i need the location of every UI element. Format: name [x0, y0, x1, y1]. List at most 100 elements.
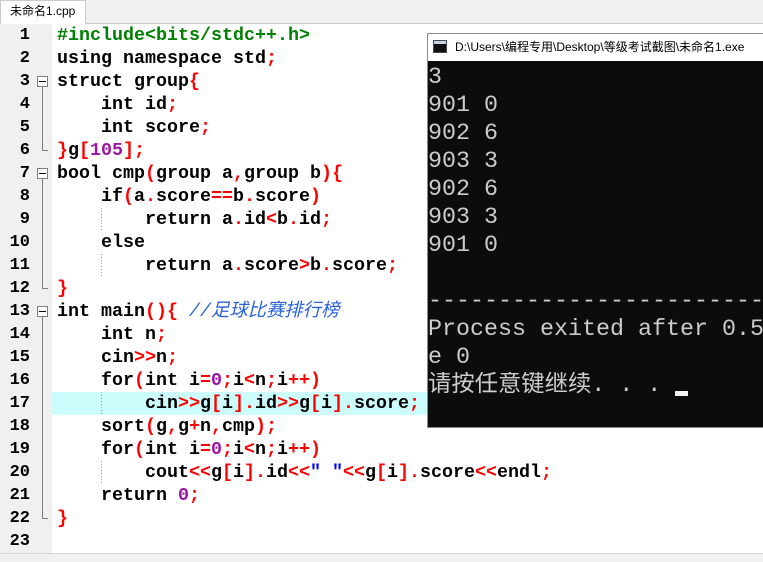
- console-title-bar[interactable]: D:\Users\编程专用\Desktop\等级考试截图\未命名1.exe: [428, 34, 763, 61]
- fold-guide-line: [31, 254, 52, 277]
- line-number[interactable]: 15: [0, 346, 31, 369]
- tab-file[interactable]: 未命名1.cpp: [0, 0, 86, 24]
- code-token: b: [310, 255, 321, 276]
- code-token: group: [134, 71, 189, 92]
- code-token: #include<bits/stdc++.h>: [57, 25, 310, 46]
- line-number[interactable]: 14: [0, 323, 31, 346]
- line-number[interactable]: 10: [0, 231, 31, 254]
- code-token: group: [156, 163, 211, 184]
- text-cursor: [675, 391, 689, 396]
- line-number[interactable]: 6: [0, 139, 31, 162]
- line-number[interactable]: 16: [0, 369, 31, 392]
- code-line[interactable]: 23: [0, 530, 763, 553]
- code-token: =: [200, 370, 211, 391]
- line-number[interactable]: 20: [0, 461, 31, 484]
- code-line[interactable]: 22}: [0, 507, 763, 530]
- fold-guide-line: [31, 507, 52, 530]
- code-token: i: [189, 439, 200, 460]
- code-token: sort: [101, 416, 145, 437]
- code-token: n: [156, 347, 167, 368]
- line-number[interactable]: 19: [0, 438, 31, 461]
- code-token: ]: [244, 462, 255, 483]
- code-token: ): [310, 439, 321, 460]
- line-number[interactable]: 5: [0, 116, 31, 139]
- line-number[interactable]: 12: [0, 277, 31, 300]
- line-number[interactable]: 22: [0, 507, 31, 530]
- code-token: (: [145, 416, 156, 437]
- code-token: .: [244, 186, 255, 207]
- code-token: [: [222, 462, 233, 483]
- console-title: D:\Users\编程专用\Desktop\等级考试截图\未命名1.exe: [455, 40, 745, 54]
- code-token: ;: [134, 140, 145, 161]
- code-line[interactable]: 21 return 0;: [0, 484, 763, 507]
- code-token: cout: [145, 462, 189, 483]
- code-text: for(int i=0;i<n;i++): [52, 438, 763, 461]
- code-token: }: [57, 508, 68, 529]
- code-token: return: [145, 209, 211, 230]
- code-token: i: [387, 462, 398, 483]
- console-window[interactable]: D:\Users\编程专用\Desktop\等级考试截图\未命名1.exe 3 …: [427, 33, 763, 428]
- code-token: ]: [332, 393, 343, 414]
- line-number[interactable]: 13: [0, 300, 31, 323]
- code-token: [: [211, 393, 222, 414]
- code-token: g: [68, 140, 79, 161]
- code-line[interactable]: 19 for(int i=0;i<n;i++): [0, 438, 763, 461]
- code-token: [: [79, 140, 90, 161]
- code-token: (: [123, 186, 134, 207]
- horizontal-scrollbar[interactable]: [0, 553, 763, 562]
- code-token: if: [101, 186, 123, 207]
- code-token: for: [101, 439, 134, 460]
- line-number[interactable]: 17: [0, 392, 31, 415]
- code-token: int: [57, 301, 90, 322]
- line-number[interactable]: 11: [0, 254, 31, 277]
- fold-guide-line: [31, 461, 52, 484]
- code-token: 0: [178, 485, 189, 506]
- fold-collapse-icon[interactable]: [31, 162, 52, 185]
- line-number[interactable]: 3: [0, 70, 31, 93]
- code-token: id: [255, 393, 277, 414]
- code-token: ;: [156, 324, 167, 345]
- fold-collapse-icon[interactable]: [31, 300, 52, 323]
- code-token: a: [222, 209, 233, 230]
- line-number[interactable]: 7: [0, 162, 31, 185]
- code-token: (: [134, 370, 145, 391]
- console-output[interactable]: 3 901 0 902 6 903 3 902 6 903 3 901 0 --…: [428, 61, 763, 400]
- fold-collapse-icon[interactable]: [31, 70, 52, 93]
- code-token: +: [299, 439, 310, 460]
- code-token: }: [57, 140, 68, 161]
- line-number[interactable]: 9: [0, 208, 31, 231]
- code-token: i: [189, 370, 200, 391]
- fold-guide-line: [31, 323, 52, 346]
- code-token: <: [200, 462, 211, 483]
- line-number[interactable]: 18: [0, 415, 31, 438]
- console-line: 902 6: [428, 177, 498, 203]
- code-token: int: [101, 324, 134, 345]
- code-token: +: [299, 370, 310, 391]
- line-number[interactable]: 21: [0, 484, 31, 507]
- code-token: std: [233, 48, 266, 69]
- code-token: <: [475, 462, 486, 483]
- fold-guide-line: [31, 438, 52, 461]
- code-token: ;: [222, 439, 233, 460]
- fold-guide-line: [31, 415, 52, 438]
- code-token: main: [101, 301, 145, 322]
- code-token: ;: [167, 94, 178, 115]
- code-token: ): [310, 370, 321, 391]
- fold-guide-line: [31, 231, 52, 254]
- code-token: id: [266, 462, 288, 483]
- line-number[interactable]: 23: [0, 530, 31, 553]
- code-line[interactable]: 20 cout<<g[i].id<<" "<<g[i].score<<endl;: [0, 461, 763, 484]
- fold-guide-line: [31, 346, 52, 369]
- code-token: b: [233, 186, 244, 207]
- code-token: score: [156, 186, 211, 207]
- line-number[interactable]: 2: [0, 47, 31, 70]
- code-token: <: [354, 462, 365, 483]
- line-number[interactable]: 1: [0, 24, 31, 47]
- line-number[interactable]: 8: [0, 185, 31, 208]
- code-token: [: [310, 393, 321, 414]
- code-token: <: [299, 462, 310, 483]
- line-number[interactable]: 4: [0, 93, 31, 116]
- code-token: ;: [266, 439, 277, 460]
- code-token: ;: [167, 347, 178, 368]
